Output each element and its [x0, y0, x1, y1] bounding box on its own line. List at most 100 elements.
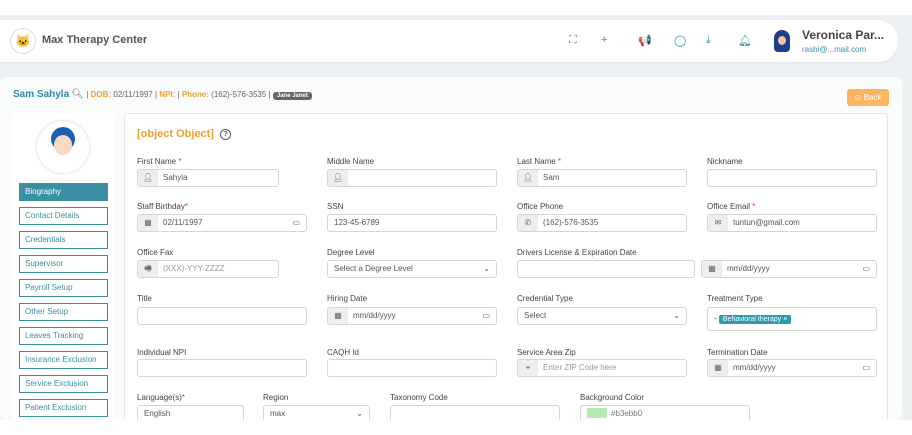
color-swatch[interactable]: [587, 408, 607, 418]
zip-label: Service Area Zip: [517, 348, 576, 357]
sidebar-item-contact-details[interactable]: Contact Details: [19, 207, 108, 225]
office-fax-label: Office Fax: [137, 248, 174, 257]
treatment-tag-text: Behavioral therapy: [722, 316, 782, 323]
calendar-picker-icon[interactable]: ▭: [862, 261, 870, 277]
back-label: Back: [863, 93, 882, 102]
sidebar-item-payroll-setup[interactable]: Payroll Setup: [19, 279, 108, 297]
office-fax-input[interactable]: 🖷 (XXX)-YYY-ZZZZ: [137, 260, 279, 278]
license-expiration-input[interactable]: ▦ mm/dd/yyyy ▭: [701, 260, 877, 278]
region-value: max: [270, 409, 286, 418]
degree-level-select[interactable]: Select a Degree Level ⌄: [327, 260, 497, 278]
chevron-down-icon: ⌄: [483, 264, 490, 273]
content-card: Sam Sahyla 🔍︎ | DOB: 02/11/1997 | NPI: |…: [0, 77, 902, 423]
supervisor-badge: Jane Janet: [272, 92, 312, 100]
title-input[interactable]: [137, 307, 307, 325]
plus-icon[interactable]: +: [601, 34, 607, 46]
sidebar-item-service-exclusion[interactable]: Service Exclusion: [19, 375, 108, 393]
calendar-icon: ▦: [702, 261, 722, 277]
phone-value: (162)-576-3535: [211, 90, 267, 99]
user-name[interactable]: Veronica Par...: [802, 28, 884, 42]
taxonomy-label: Taxonomy Code: [390, 393, 448, 402]
first-name-label-text: First Name: [137, 157, 177, 166]
office-email-label-text: Office Email: [707, 202, 750, 211]
treatment-type-label: Treatment Type: [707, 294, 763, 303]
help-icon[interactable]: ?: [220, 129, 232, 140]
calendar-picker-icon[interactable]: ▭: [482, 308, 490, 324]
individual-npi-input[interactable]: [137, 359, 307, 377]
office-fax-placeholder: (XXX)-YYY-ZZZZ: [163, 264, 225, 273]
first-name-label: First Name *: [137, 157, 182, 166]
search-icon[interactable]: 🔍︎: [71, 89, 84, 100]
top-bar: 🐱 Max Therapy Center ⛶ + 📢 ◯ ⤓ 🔔︎ Veroni…: [0, 20, 898, 62]
phone-label: Phone:: [181, 90, 209, 99]
calendar-icon: ▦: [328, 308, 348, 324]
birthday-input[interactable]: ▦ 02/11/1997 ▭: [137, 214, 307, 232]
avatar[interactable]: [774, 30, 790, 52]
sidebar-item-patient-exclusion[interactable]: Patient Exclusion: [19, 399, 108, 417]
profile-line: Sam Sahyla 🔍︎ | DOB: 02/11/1997 | NPI: |…: [13, 89, 312, 100]
dob-label: DOB:: [90, 90, 112, 99]
ssn-input[interactable]: 123-45-6789: [327, 214, 497, 232]
license-input[interactable]: [517, 260, 695, 278]
treatment-type-select[interactable]: - Behavioral therapy ×: [707, 307, 877, 331]
biography-form: [object Object]? First Name * 👤︎ Sahyla M…: [124, 113, 888, 423]
logo-icon: 🐱: [10, 28, 36, 54]
office-phone-input[interactable]: ✆ (162)-576-3535: [517, 214, 687, 232]
individual-npi-label: Individual NPI: [137, 348, 187, 357]
ssn-label: SSN: [327, 202, 344, 211]
last-name-input[interactable]: 👤︎ Sam: [517, 169, 687, 187]
bell-icon[interactable]: 🔔︎: [738, 34, 752, 47]
hiring-date-input[interactable]: ▦ mm/dd/yyyy ▭: [327, 307, 497, 325]
termination-date-value: mm/dd/yyyy: [733, 363, 776, 372]
office-phone-value: (162)-576-3535: [543, 218, 599, 227]
zip-placeholder: Enter ZIP Code here: [543, 363, 617, 372]
termination-date-input[interactable]: ▦ mm/dd/yyyy ▭: [707, 359, 877, 377]
license-label: Drivers License & Expiration Date: [517, 248, 637, 257]
fullscreen-icon[interactable]: ⛶: [569, 34, 577, 47]
calendar-picker-icon[interactable]: ▭: [862, 360, 870, 376]
credential-type-select[interactable]: Select ⌄: [517, 307, 687, 325]
sidebar-item-leaves-tracking[interactable]: Leaves Tracking: [19, 327, 108, 345]
last-name-label: Last Name *: [517, 157, 562, 166]
office-email-value: tuntun@gmail.com: [733, 218, 800, 227]
form-title: [object Object]?: [137, 128, 232, 140]
background-color-label: Background Color: [580, 393, 645, 402]
user-icon: 👤︎: [518, 170, 538, 186]
nickname-input[interactable]: [707, 169, 877, 187]
termination-date-label: Termination Date: [707, 348, 768, 357]
sidebar: Biography Contact Details Credentials Su…: [13, 113, 114, 423]
sidebar-item-biography[interactable]: Biography: [19, 183, 108, 201]
sidebar-item-other-setup[interactable]: Other Setup: [19, 303, 108, 321]
degree-level-value: Select a Degree Level: [334, 264, 413, 273]
calendar-icon: ▦: [708, 360, 728, 376]
office-phone-label: Office Phone: [517, 202, 564, 211]
caqh-input[interactable]: [327, 359, 497, 377]
credential-type-value: Select: [524, 311, 547, 320]
office-email-input[interactable]: ✉ tuntun@gmail.com: [707, 214, 877, 232]
zip-input[interactable]: ⌖ Enter ZIP Code here: [517, 359, 687, 377]
caqh-label: CAQH Id: [327, 348, 360, 357]
download-icon[interactable]: ⤓: [706, 34, 711, 47]
profile-photo: [37, 121, 89, 173]
calendar-icon: ▦: [138, 215, 158, 231]
sidebar-item-insurance-exclusion[interactable]: Insurance Exclusion: [19, 351, 108, 369]
fax-icon: 🖷: [138, 261, 158, 277]
first-name-value: Sahyla: [163, 173, 188, 182]
location-icon: ⌖: [518, 360, 538, 376]
calendar-picker-icon[interactable]: ▭: [292, 215, 300, 231]
first-name-input[interactable]: 👤︎ Sahyla: [137, 169, 279, 187]
middle-name-input[interactable]: 👤︎: [327, 169, 497, 187]
last-name-value: Sam: [543, 173, 560, 182]
back-button[interactable]: ⊙ Back: [847, 89, 889, 106]
sidebar-item-supervisor[interactable]: Supervisor: [19, 255, 108, 273]
treatment-tag[interactable]: Behavioral therapy ×: [718, 315, 792, 324]
megaphone-icon[interactable]: 📢: [638, 34, 652, 47]
background-color-value: #b3ebb0: [611, 409, 643, 418]
birthday-value: 02/11/1997: [163, 218, 203, 227]
language-label-text: Language(s): [137, 393, 182, 402]
phone-icon: ✆: [518, 215, 538, 231]
language-label: Language(s)*: [137, 393, 186, 402]
sidebar-item-credentials[interactable]: Credentials: [19, 231, 108, 249]
npi-label: NPI:: [159, 90, 176, 99]
chat-icon[interactable]: ◯: [674, 34, 686, 47]
